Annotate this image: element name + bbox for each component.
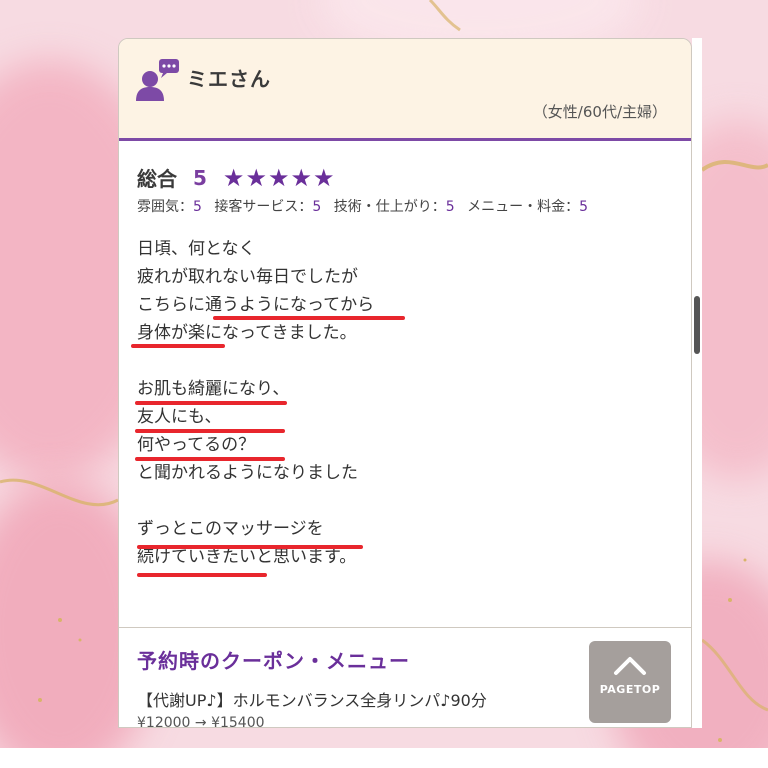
pagetop-label: PAGETOP <box>599 683 661 696</box>
reviewer-name: ミエさん <box>187 67 271 91</box>
review-line: 疲れが取れない毎日でしたが <box>137 267 358 287</box>
overall-rating: 総合 5 ★★★★★ <box>137 163 336 192</box>
review-line: こちらに通うようになってから <box>137 295 375 315</box>
pagetop-button[interactable]: PAGETOP <box>589 641 671 723</box>
coupon-price: ¥12000 → ¥15400 <box>137 715 265 728</box>
sub-rating-value: 5 <box>445 199 455 215</box>
sub-rating-value: 5 <box>193 199 202 215</box>
review-line: ずっとこのマッサージを <box>137 519 324 539</box>
highlight-underline <box>135 457 285 461</box>
chevron-up-icon <box>614 657 646 675</box>
highlight-underline <box>135 401 287 405</box>
review-line: 日頃、何となく <box>137 239 256 259</box>
review-header: ミエさん （女性/60代/主婦） <box>119 39 691 141</box>
sub-rating-label: 技術・仕上がり： <box>333 199 446 215</box>
scroll-track <box>692 38 702 728</box>
section-divider <box>119 627 691 628</box>
review-gap <box>137 347 374 375</box>
review-line: 身体が楽になってきました。 <box>137 323 357 343</box>
review-card: ミエさん （女性/60代/主婦） 総合 5 ★★★★★ 雰囲気：5 接客サービス… <box>118 38 692 728</box>
reviewer-speech-icon <box>136 59 179 101</box>
overall-label: 総合 <box>137 167 177 191</box>
highlight-underline <box>137 573 267 577</box>
review-gap <box>137 487 374 515</box>
highlight-underline <box>137 545 363 549</box>
scrollbar-thumb[interactable] <box>694 296 700 354</box>
review-line: と聞かれるようになりました <box>137 463 358 483</box>
sub-rating-label: 接客サービス： <box>214 199 313 215</box>
review-line: 何やってるの？ <box>137 435 256 455</box>
sub-rating-value: 5 <box>312 199 322 215</box>
overall-score: 5 <box>193 165 207 190</box>
review-line: 友人にも、 <box>137 407 222 427</box>
sub-rating-label: 雰囲気： <box>137 199 193 215</box>
highlight-underline <box>131 344 225 348</box>
sub-ratings: 雰囲気：5 接客サービス：5 技術・仕上がり：5 メニュー・料金：5 <box>137 196 596 216</box>
reviewer-profile: （女性/60代/主婦） <box>532 103 667 121</box>
star-rating-icon: ★★★★★ <box>222 163 336 192</box>
highlight-underline <box>213 316 405 320</box>
coupon-section-title: 予約時のクーポン・メニュー <box>137 649 410 673</box>
sub-rating-label: メニュー・料金： <box>467 199 580 215</box>
sub-rating-value: 5 <box>579 199 589 215</box>
review-line: お肌も綺麗になり、 <box>137 379 290 399</box>
coupon-menu-item[interactable]: 【代謝UP♪】ホルモンバランス全身リンパ♪90分 <box>137 687 487 711</box>
highlight-underline <box>135 429 285 433</box>
